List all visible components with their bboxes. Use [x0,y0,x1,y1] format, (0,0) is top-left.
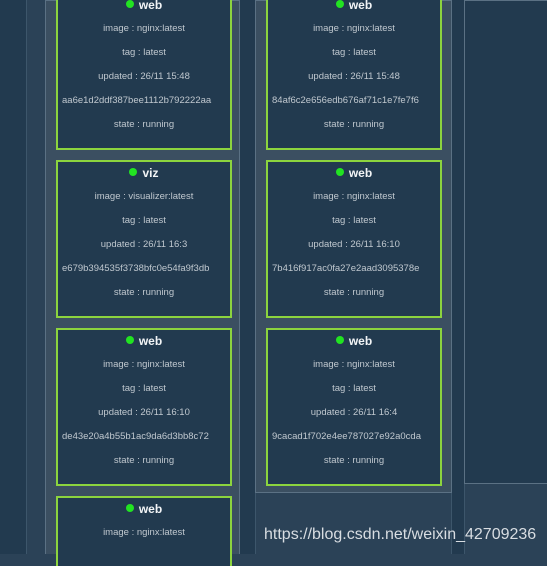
task-image: image : nginx:latest [313,23,395,34]
task-image: image : nginx:latest [103,359,185,370]
task-updated: updated : 26/11 16:10 [98,407,190,418]
task-card[interactable]: web image : nginx:latest tag : latest up… [56,0,232,150]
task-id: aa6e1d2ddf387bee1112b792222aa [62,95,212,106]
left-column-strip [0,0,27,554]
task-title: web [58,502,230,516]
task-tag: tag : latest [332,215,376,226]
task-tag: tag : latest [122,47,166,58]
node-card-3 [464,0,547,484]
task-updated: updated : 26/11 16:10 [308,239,400,250]
task-state: state : running [323,287,385,298]
task-tag: tag : latest [122,383,166,394]
task-id: e679b394535f3738bfc0e54fa9f3db [62,263,210,274]
status-dot-icon [335,0,344,8]
task-title: web [268,334,440,348]
task-id: 84af6c2e656edb676af71c1e7fe7f6 [272,95,419,106]
task-card[interactable]: web image : nginx:latest [56,496,232,566]
task-state: state : running [113,287,175,298]
task-title: web [58,334,230,348]
status-dot-icon [125,336,134,344]
task-state: state : running [113,119,175,130]
node-column-divider [239,0,256,554]
status-dot-icon [335,336,344,344]
task-updated: updated : 26/11 16:4 [310,407,398,418]
task-image: image : nginx:latest [103,527,185,538]
task-updated: updated : 26/11 15:48 [98,71,190,82]
task-image: image : nginx:latest [313,359,395,370]
task-image: image : visualizer:latest [94,191,194,202]
task-state: state : running [113,455,175,466]
task-state: state : running [323,119,385,130]
task-title: viz [58,166,230,180]
task-updated: updated : 26/11 15:48 [308,71,400,82]
task-title: web [58,0,230,12]
task-image: image : nginx:latest [313,191,395,202]
task-card[interactable]: web image : nginx:latest tag : latest up… [266,328,442,486]
task-card[interactable]: viz image : visualizer:latest tag : late… [56,160,232,318]
task-card[interactable]: web image : nginx:latest tag : latest up… [266,160,442,318]
watermark-url: https://blog.csdn.net/weixin_42709236 [264,526,537,543]
status-dot-icon [129,168,138,176]
task-state: state : running [323,455,385,466]
task-tag: tag : latest [332,383,376,394]
task-tag: tag : latest [122,215,166,226]
task-id: de43e20a4b55b1ac9da6d3bb8c72 [62,431,209,442]
task-id: 9cacad1f702e4ee787027e92a0cda [272,431,421,442]
status-dot-icon [335,168,344,176]
task-tag: tag : latest [332,47,376,58]
task-image: image : nginx:latest [103,23,185,34]
node-body [465,1,547,483]
status-dot-icon [125,504,134,512]
task-card[interactable]: web image : nginx:latest tag : latest up… [56,328,232,486]
right-column-strip [451,0,465,554]
task-card[interactable]: web image : nginx:latest tag : latest up… [266,0,442,150]
task-title: web [268,0,440,12]
task-updated: updated : 26/11 16:3 [100,239,188,250]
task-id: 7b416f917ac0fa27e2aad3095378e [272,263,420,274]
status-dot-icon [125,0,134,8]
task-title: web [268,166,440,180]
